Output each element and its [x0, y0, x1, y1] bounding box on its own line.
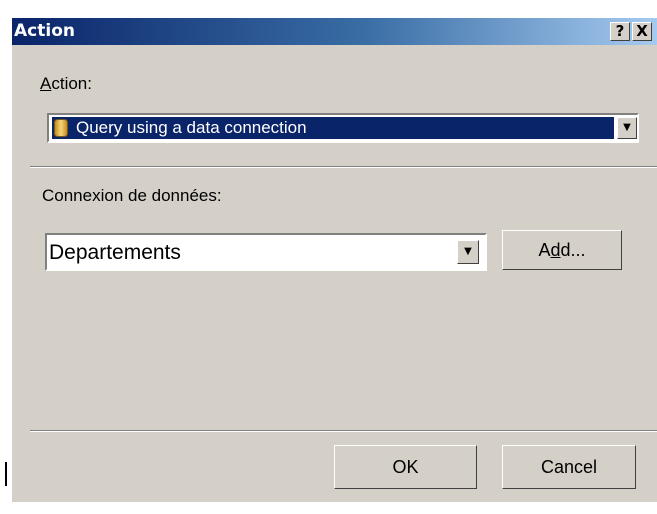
close-button[interactable]: X — [632, 22, 652, 41]
data-connection-value: Departements — [49, 241, 181, 264]
action-combo-selection: Query using a data connection — [52, 117, 614, 139]
action-dialog: Action ? X Action: Query using a data co… — [12, 18, 657, 502]
action-label-rest: ction: — [51, 74, 92, 93]
add-button[interactable]: Add... — [502, 230, 622, 270]
separator-top — [30, 166, 657, 168]
text-cursor — [5, 462, 7, 486]
action-combo-dropdown-arrow[interactable]: ▼ — [617, 117, 637, 139]
action-label-mnemonic: A — [40, 74, 52, 93]
cancel-button[interactable]: Cancel — [502, 445, 636, 489]
ok-button[interactable]: OK — [334, 445, 477, 489]
separator-bottom — [30, 430, 657, 432]
action-combo-value: Query using a data connection — [76, 118, 307, 137]
connection-label: Connexion de données: — [42, 186, 222, 205]
dialog-title: Action — [14, 21, 75, 41]
add-button-mnemonic: d — [550, 240, 561, 260]
action-combo[interactable]: Query using a data connection ▼ — [47, 113, 639, 143]
add-button-pre: A — [538, 240, 551, 260]
title-bar[interactable]: Action ? X — [12, 18, 657, 45]
data-connection-dropdown-arrow[interactable]: ▼ — [457, 240, 479, 264]
add-button-post: d... — [560, 240, 586, 260]
action-label: Action: — [40, 74, 92, 94]
help-button[interactable]: ? — [610, 22, 630, 41]
database-icon — [54, 119, 68, 137]
data-connection-combo[interactable]: Departements ▼ — [45, 233, 487, 271]
